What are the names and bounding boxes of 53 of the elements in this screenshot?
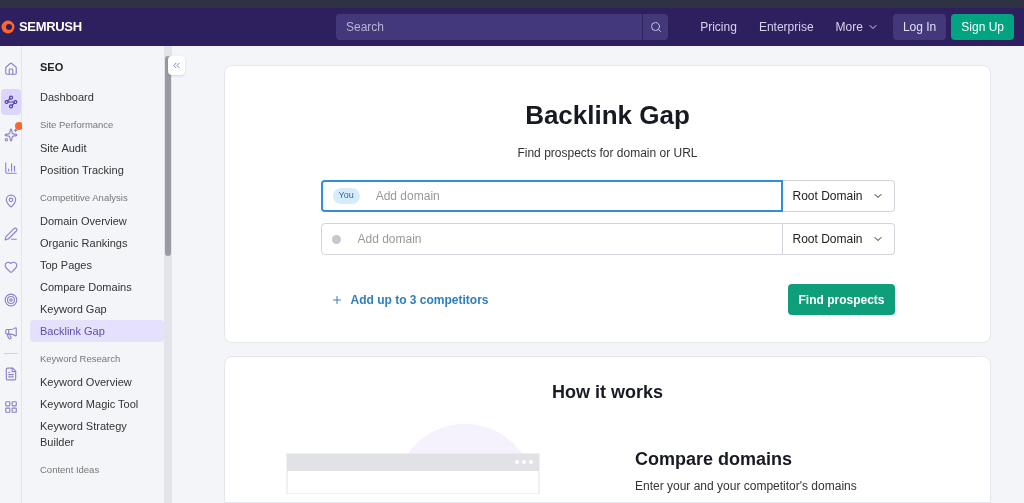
nav-dropdown[interactable]: More xyxy=(835,18,879,36)
scope-dropdown[interactable]: Root Domain xyxy=(782,223,895,255)
sidebar-item[interactable]: Keyword Overview xyxy=(30,371,164,394)
sidebar-item[interactable]: Organic Rankings xyxy=(30,232,164,254)
sparkle-icon xyxy=(3,128,18,142)
plus-icon xyxy=(330,293,343,306)
you-tag: You xyxy=(332,188,360,204)
domain-input[interactable]: Add domain xyxy=(375,187,771,205)
nav-link[interactable]: Enterprise xyxy=(758,18,814,36)
domain-field[interactable]: You Add domain xyxy=(320,180,783,212)
feature-text: Enter your and your competitor's domains xyxy=(635,478,857,495)
sidebar-item[interactable]: Dashboard xyxy=(30,85,164,108)
sidebar-item[interactable]: Position Tracking xyxy=(30,158,164,181)
domain-input[interactable]: Add domain xyxy=(357,230,772,248)
scope-dropdown[interactable]: Root Domain xyxy=(782,180,895,212)
route-icon xyxy=(3,95,18,109)
collapse-button[interactable] xyxy=(168,56,185,75)
domain-field[interactable]: Add domain xyxy=(320,223,783,255)
grid-icon xyxy=(3,400,18,414)
section-heading: Site Performance xyxy=(39,117,115,132)
sidebar-item[interactable]: Keyword Magic Tool xyxy=(30,393,164,416)
section-title: How it works xyxy=(552,381,663,404)
add-competitors-link[interactable]: Add up to 3 competitors xyxy=(320,290,489,309)
sidebar-item[interactable]: Keyword Gap xyxy=(30,298,164,320)
sidebar-item[interactable]: Compare Domains xyxy=(30,276,164,298)
home-icon xyxy=(3,62,18,76)
page-subtitle: Find prospects for domain or URL xyxy=(517,145,698,162)
bar-chart-icon xyxy=(3,161,18,175)
sidebar-item[interactable]: Top Pages xyxy=(30,254,164,276)
section-heading: Competitive Analysis xyxy=(39,190,129,205)
login-button[interactable]: Log In xyxy=(892,14,947,40)
sidebar-item[interactable]: Keyword Strategy Builder xyxy=(30,415,164,454)
section-heading: Keyword Research xyxy=(39,352,122,366)
sidebar-title: SEO xyxy=(39,60,65,75)
heart-icon xyxy=(3,260,18,274)
search-field[interactable]: Search xyxy=(336,14,668,40)
scrollbar-thumb[interactable] xyxy=(165,56,171,256)
logo: SEMRUSH xyxy=(19,18,82,37)
document-icon xyxy=(3,367,18,381)
sidebar-item[interactable]: Backlink Gap xyxy=(30,320,164,342)
pen-icon xyxy=(3,227,18,241)
search-input[interactable]: Search xyxy=(336,18,642,36)
search-icon xyxy=(649,21,662,33)
map-pin-icon xyxy=(3,194,18,208)
feature-title: Compare domains xyxy=(635,448,794,471)
page-title: Backlink Gap xyxy=(525,99,690,132)
nav-link[interactable]: Pricing xyxy=(700,18,737,36)
section-heading: Content Ideas xyxy=(39,463,101,478)
megaphone-icon xyxy=(3,326,18,340)
sidebar-item[interactable]: Domain Overview xyxy=(30,210,164,232)
sidebar-item[interactable]: Site Audit xyxy=(30,136,164,159)
target-icon xyxy=(3,293,18,307)
collapse-icon xyxy=(171,60,182,71)
